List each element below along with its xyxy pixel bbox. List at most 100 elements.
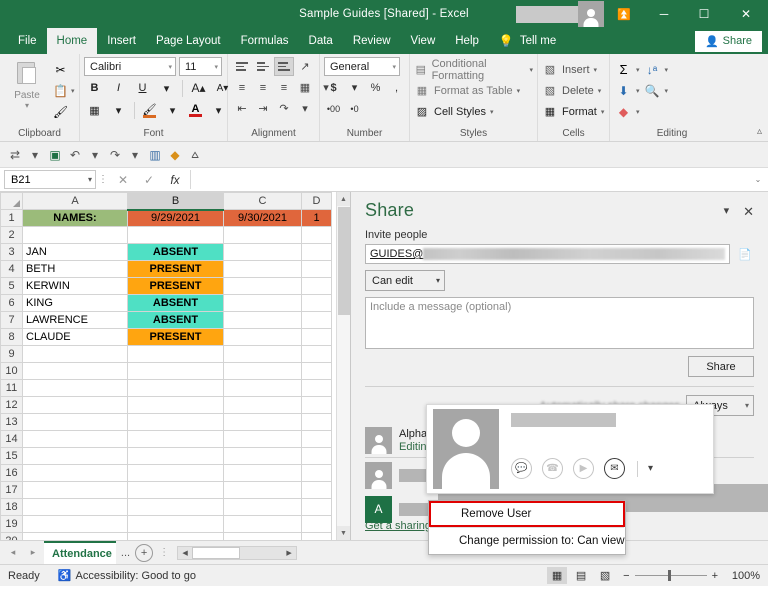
cell-b17[interactable]	[127, 481, 224, 499]
save-icon[interactable]: ▣	[46, 146, 64, 164]
wrap-text-icon[interactable]: ↷	[274, 99, 294, 118]
cell-b18[interactable]	[127, 498, 224, 516]
ribbon-display-options-icon[interactable]: ⏫	[604, 0, 644, 28]
cell-c16[interactable]	[223, 464, 302, 482]
align-bottom-icon[interactable]	[274, 57, 294, 76]
font-color-dropdown-icon[interactable]: ▾	[208, 100, 229, 120]
cell-d2[interactable]	[301, 226, 332, 244]
tab-help[interactable]: Help	[445, 28, 489, 54]
cell-b7[interactable]: ABSENT	[127, 311, 224, 329]
row-header-4[interactable]: 4	[0, 260, 23, 278]
fill-dropdown-icon[interactable]: ▾	[636, 87, 640, 95]
vertical-scroll-thumb[interactable]	[338, 207, 350, 315]
fill-color-button[interactable]: 🖌	[140, 100, 159, 120]
cell-c7[interactable]	[223, 311, 302, 329]
cell-b19[interactable]	[127, 515, 224, 533]
row-header-17[interactable]: 17	[0, 481, 23, 499]
add-sheet-button[interactable]: +	[135, 543, 154, 562]
paste-button[interactable]: Paste ▾	[4, 57, 50, 110]
cell-c17[interactable]	[223, 481, 302, 499]
page-break-preview-icon[interactable]: ▧	[595, 567, 615, 584]
decrease-indent-icon[interactable]: ⇤	[232, 99, 252, 118]
share-submit-button[interactable]: Share	[688, 356, 754, 377]
permission-dropdown[interactable]: Can edit ▾	[365, 270, 445, 291]
paste-dropdown-icon[interactable]: ▾	[25, 101, 29, 110]
name-box[interactable]: B21 ▾	[4, 170, 96, 189]
sheet-tab-attendance[interactable]: Attendance	[44, 541, 116, 564]
cell-b4[interactable]: PRESENT	[127, 260, 224, 278]
cell-a5[interactable]: KERWIN	[22, 277, 128, 295]
cell-c10[interactable]	[223, 362, 302, 380]
redo-dropdown-icon[interactable]: ▾	[126, 146, 144, 164]
tab-formulas[interactable]: Formulas	[231, 28, 299, 54]
row-header-19[interactable]: 19	[0, 515, 23, 533]
customize-quick-access-toolbar-icon[interactable]: ⩟	[186, 146, 204, 164]
cell-c14[interactable]	[223, 430, 302, 448]
row-header-11[interactable]: 11	[0, 379, 23, 397]
cell-d8[interactable]	[301, 328, 332, 346]
number-format-combo[interactable]: General ▾	[324, 57, 400, 76]
column-header-a[interactable]: A	[22, 192, 128, 210]
account-avatar[interactable]	[578, 1, 604, 27]
tab-page-layout[interactable]: Page Layout	[146, 28, 231, 54]
cell-d16[interactable]	[301, 464, 332, 482]
row-header-20[interactable]: 20	[0, 532, 23, 540]
cell-d1[interactable]: 1	[301, 209, 332, 227]
video-call-icon[interactable]: ▶	[573, 458, 594, 479]
cell-a20[interactable]	[22, 532, 128, 540]
cell-c2[interactable]	[223, 226, 302, 244]
tab-home[interactable]: Home	[46, 28, 98, 54]
zoom-slider[interactable]: − +	[623, 570, 718, 582]
cell-b11[interactable]	[127, 379, 224, 397]
cell-b2[interactable]	[127, 226, 224, 244]
align-right-icon[interactable]: ≡	[274, 78, 294, 97]
previous-sheet-button[interactable]: ◂	[4, 547, 22, 558]
align-center-icon[interactable]: ≡	[253, 78, 273, 97]
align-left-icon[interactable]: ≡	[232, 78, 252, 97]
cell-a10[interactable]	[22, 362, 128, 380]
fill-color-dropdown-icon[interactable]: ▾	[162, 100, 183, 120]
autosum-sigma-icon[interactable]: Σ	[614, 61, 633, 79]
row-header-13[interactable]: 13	[0, 413, 23, 431]
copy-button[interactable]: 📋 ▾	[52, 81, 75, 100]
decrease-decimal-icon[interactable]: •0	[345, 99, 364, 118]
cell-d13[interactable]	[301, 413, 332, 431]
page-layout-view-icon[interactable]: ▤	[571, 567, 591, 584]
cell-b13[interactable]	[127, 413, 224, 431]
cell-d12[interactable]	[301, 396, 332, 414]
enter-entry-button[interactable]: ✓	[136, 170, 162, 190]
sort-filter-icon[interactable]: ↓ᵃ	[643, 61, 662, 79]
cell-b3[interactable]: ABSENT	[127, 243, 224, 261]
redo-icon[interactable]: ↷	[106, 146, 124, 164]
cell-d10[interactable]	[301, 362, 332, 380]
format-painter-button[interactable]: 🖌	[52, 102, 75, 121]
cell-c13[interactable]	[223, 413, 302, 431]
align-top-icon[interactable]	[232, 57, 252, 76]
cell-b1[interactable]: 9/29/2021	[127, 209, 224, 227]
cell-a17[interactable]	[22, 481, 128, 499]
cell-c18[interactable]	[223, 498, 302, 516]
column-header-d[interactable]: D	[301, 192, 332, 210]
cell-d9[interactable]	[301, 345, 332, 363]
underline-dropdown-icon[interactable]: ▾	[156, 78, 177, 98]
tab-file[interactable]: File	[8, 28, 47, 54]
cell-a16[interactable]	[22, 464, 128, 482]
cell-c20[interactable]	[223, 532, 302, 540]
currency-dropdown-icon[interactable]: ▾	[345, 78, 364, 97]
minimize-button[interactable]: ─	[644, 0, 684, 28]
cell-c6[interactable]	[223, 294, 302, 312]
cell-b20[interactable]	[127, 532, 224, 540]
expand-formula-bar-icon[interactable]: ⌄	[750, 175, 766, 184]
comma-style-icon[interactable]: ,	[387, 78, 406, 97]
cell-b10[interactable]	[127, 362, 224, 380]
font-color-button[interactable]: A	[186, 100, 205, 120]
find-dropdown-icon[interactable]: ▾	[665, 87, 669, 95]
alert-warning-icon[interactable]: ◆	[166, 146, 184, 164]
cell-d3[interactable]	[301, 243, 332, 261]
cell-a6[interactable]: KING	[22, 294, 128, 312]
chevron-down-icon[interactable]: ▾	[71, 87, 75, 95]
menu-item-change-permission[interactable]: Change permission to: Can view	[429, 528, 625, 554]
row-header-3[interactable]: 3	[0, 243, 23, 261]
print-preview-icon[interactable]: ▥	[146, 146, 164, 164]
row-header-1[interactable]: 1	[0, 209, 23, 227]
